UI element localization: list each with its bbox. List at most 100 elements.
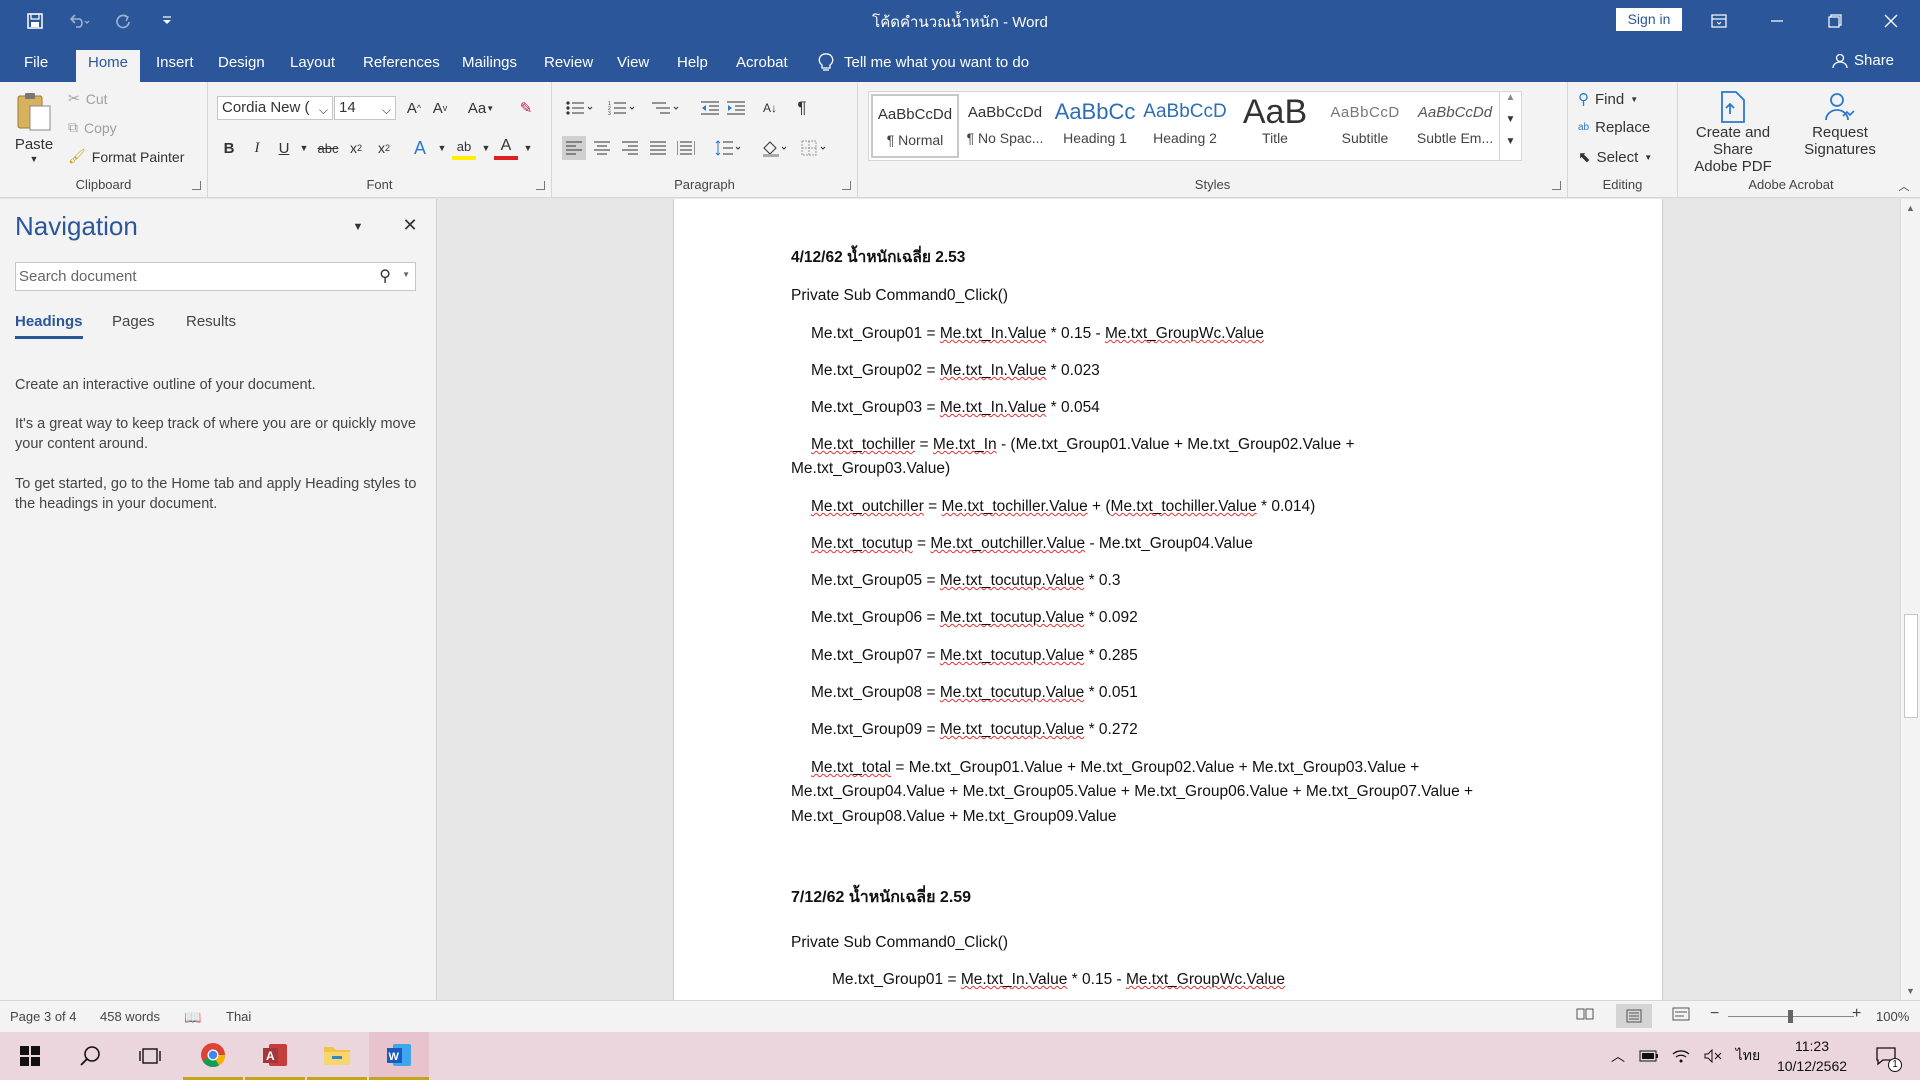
grow-font-icon[interactable]: A ^ <box>402 96 426 120</box>
style-heading-2[interactable]: AaBbCcD Heading 2 <box>1141 94 1229 158</box>
proofing-icon[interactable]: 📖 <box>184 1009 201 1026</box>
close-icon[interactable] <box>1862 0 1920 42</box>
replace-button[interactable]: ab Replace <box>1578 119 1650 136</box>
chrome-icon[interactable] <box>183 1032 243 1080</box>
restore-icon[interactable] <box>1806 0 1864 42</box>
notifications-icon[interactable]: 1 <box>1866 1032 1906 1080</box>
tab-design[interactable]: Design <box>206 50 277 82</box>
search-document-input[interactable]: Search document ⚲ ▼ <box>15 262 416 291</box>
chevron-up-icon[interactable]: ▲ <box>1500 92 1521 114</box>
justify-icon[interactable] <box>646 136 670 160</box>
document-area[interactable]: 4/12/62 น้ำหนักเฉลี่ย 2.53 Private Sub C… <box>438 199 1900 1000</box>
battery-icon[interactable] <box>1634 1032 1664 1080</box>
styles-launcher-icon[interactable] <box>1552 181 1561 190</box>
scroll-thumb[interactable] <box>1904 614 1918 718</box>
style-normal[interactable]: AaBbCcDd ¶ Normal <box>871 94 959 158</box>
sort-icon[interactable]: A↓ <box>758 96 782 120</box>
align-right-icon[interactable] <box>618 136 642 160</box>
show-hidden-icons-icon[interactable]: ︿ <box>1604 1032 1632 1080</box>
language-indicator[interactable]: Thai <box>226 1009 251 1024</box>
style-subtle-emphasis[interactable]: AaBbCcDd Subtle Em... <box>1411 94 1499 158</box>
tab-help[interactable]: Help <box>665 50 720 82</box>
superscript-icon[interactable]: x2 <box>372 136 396 160</box>
tell-me-search[interactable]: Tell me what you want to do <box>818 50 1029 76</box>
minimize-icon[interactable] <box>1748 0 1806 42</box>
bullets-icon[interactable] <box>562 96 598 120</box>
change-case-icon[interactable]: Aa ▼ <box>464 96 498 120</box>
text-effects-dropdown-icon[interactable]: ▼ <box>430 136 454 160</box>
vertical-scrollbar[interactable]: ▲ ▼ <box>1900 199 1920 1000</box>
subscript-icon[interactable]: x2 <box>344 136 368 160</box>
increase-indent-icon[interactable] <box>724 96 748 120</box>
clipboard-launcher-icon[interactable] <box>192 181 201 190</box>
clear-formatting-icon[interactable]: ✎ <box>514 96 538 120</box>
tab-acrobat[interactable]: Acrobat <box>724 50 800 82</box>
zoom-slider-thumb[interactable] <box>1788 1010 1793 1023</box>
scroll-up-icon[interactable]: ▲ <box>1906 203 1915 213</box>
collapse-ribbon-icon[interactable]: ︿ <box>1892 174 1916 198</box>
web-layout-icon[interactable] <box>1672 1007 1690 1024</box>
style-no-spacing[interactable]: AaBbCcDd ¶ No Spac... <box>961 94 1049 158</box>
paragraph-launcher-icon[interactable] <box>842 181 851 190</box>
create-share-pdf-button[interactable]: Create and Share Adobe PDF <box>1678 90 1788 175</box>
wifi-icon[interactable] <box>1666 1032 1696 1080</box>
sign-in-button[interactable]: Sign in <box>1616 8 1682 31</box>
search-icon[interactable]: ⚲ <box>379 266 391 286</box>
font-launcher-icon[interactable] <box>536 181 545 190</box>
share-button[interactable]: Share <box>1832 52 1894 69</box>
print-layout-icon[interactable] <box>1616 1004 1652 1028</box>
tab-references[interactable]: References <box>351 50 452 82</box>
zoom-out-icon[interactable]: − <box>1710 1005 1719 1023</box>
font-name-combo[interactable]: Cordia New ( ⌵ <box>217 96 333 120</box>
bold-icon[interactable]: B <box>217 136 241 160</box>
nav-tab-pages[interactable]: Pages <box>112 313 155 330</box>
format-painter-button[interactable]: 🖌 Format Painter <box>68 148 184 165</box>
task-pane-options-icon[interactable]: ▼ <box>346 215 370 239</box>
find-button[interactable]: ⚲ Find ▼ <box>1578 90 1638 109</box>
file-explorer-icon[interactable] <box>307 1032 367 1080</box>
highlight-icon[interactable]: ab <box>452 136 476 160</box>
start-windows-icon[interactable] <box>0 1032 60 1080</box>
document-page[interactable]: 4/12/62 น้ำหนักเฉลี่ย 2.53 Private Sub C… <box>673 199 1663 1000</box>
close-pane-icon[interactable]: ✕ <box>398 213 422 237</box>
nav-tab-headings[interactable]: Headings <box>15 313 83 339</box>
shrink-font-icon[interactable]: Av <box>428 96 452 120</box>
borders-icon[interactable] <box>798 136 832 160</box>
tab-insert[interactable]: Insert <box>144 50 206 82</box>
show-formatting-icon[interactable]: ¶ <box>790 96 814 120</box>
request-signatures-button[interactable]: Request Signatures <box>1790 90 1890 158</box>
nav-tab-results[interactable]: Results <box>186 313 236 330</box>
search-options-icon[interactable]: ▼ <box>402 270 410 279</box>
cut-button[interactable]: ✂ Cut <box>68 90 108 107</box>
task-view-icon[interactable] <box>120 1032 180 1080</box>
multilevel-list-icon[interactable] <box>648 96 684 120</box>
strikethrough-icon[interactable]: abc <box>316 136 340 160</box>
clock[interactable]: 11:23 10/12/2562 <box>1768 1032 1856 1080</box>
underline-dropdown-icon[interactable]: ▼ <box>292 136 316 160</box>
style-heading-1[interactable]: AaBbCc Heading 1 <box>1051 94 1139 158</box>
copy-button[interactable]: ⧉ Copy <box>68 119 117 136</box>
more-styles-icon[interactable]: ▼ <box>1500 136 1521 158</box>
tab-review[interactable]: Review <box>532 50 605 82</box>
volume-muted-icon[interactable] <box>1698 1032 1728 1080</box>
italic-icon[interactable]: I <box>245 136 269 160</box>
chevron-down-icon[interactable]: ▼ <box>1500 114 1521 136</box>
scroll-down-icon[interactable]: ▼ <box>1906 986 1915 996</box>
line-spacing-icon[interactable] <box>712 136 746 160</box>
word-icon[interactable]: W <box>369 1032 429 1080</box>
tab-file[interactable]: File <box>12 50 60 82</box>
ribbon-display-options-icon[interactable] <box>1690 0 1748 42</box>
search-icon[interactable] <box>60 1032 120 1080</box>
input-language[interactable]: ไทย <box>1730 1032 1766 1080</box>
thai-distributed-icon[interactable] <box>674 136 698 160</box>
font-color-dropdown-icon[interactable]: ▼ <box>516 136 540 160</box>
style-title[interactable]: AaB Title <box>1231 94 1319 158</box>
align-center-icon[interactable] <box>590 136 614 160</box>
word-count[interactable]: 458 words <box>100 1009 160 1024</box>
access-icon[interactable]: A <box>245 1032 305 1080</box>
zoom-slider[interactable] <box>1728 1010 1854 1023</box>
decrease-indent-icon[interactable] <box>698 96 722 120</box>
tab-home[interactable]: Home <box>76 50 141 82</box>
font-size-combo[interactable]: 14 ⌵ <box>334 96 396 120</box>
select-button[interactable]: ⬉ Select ▼ <box>1578 148 1652 167</box>
